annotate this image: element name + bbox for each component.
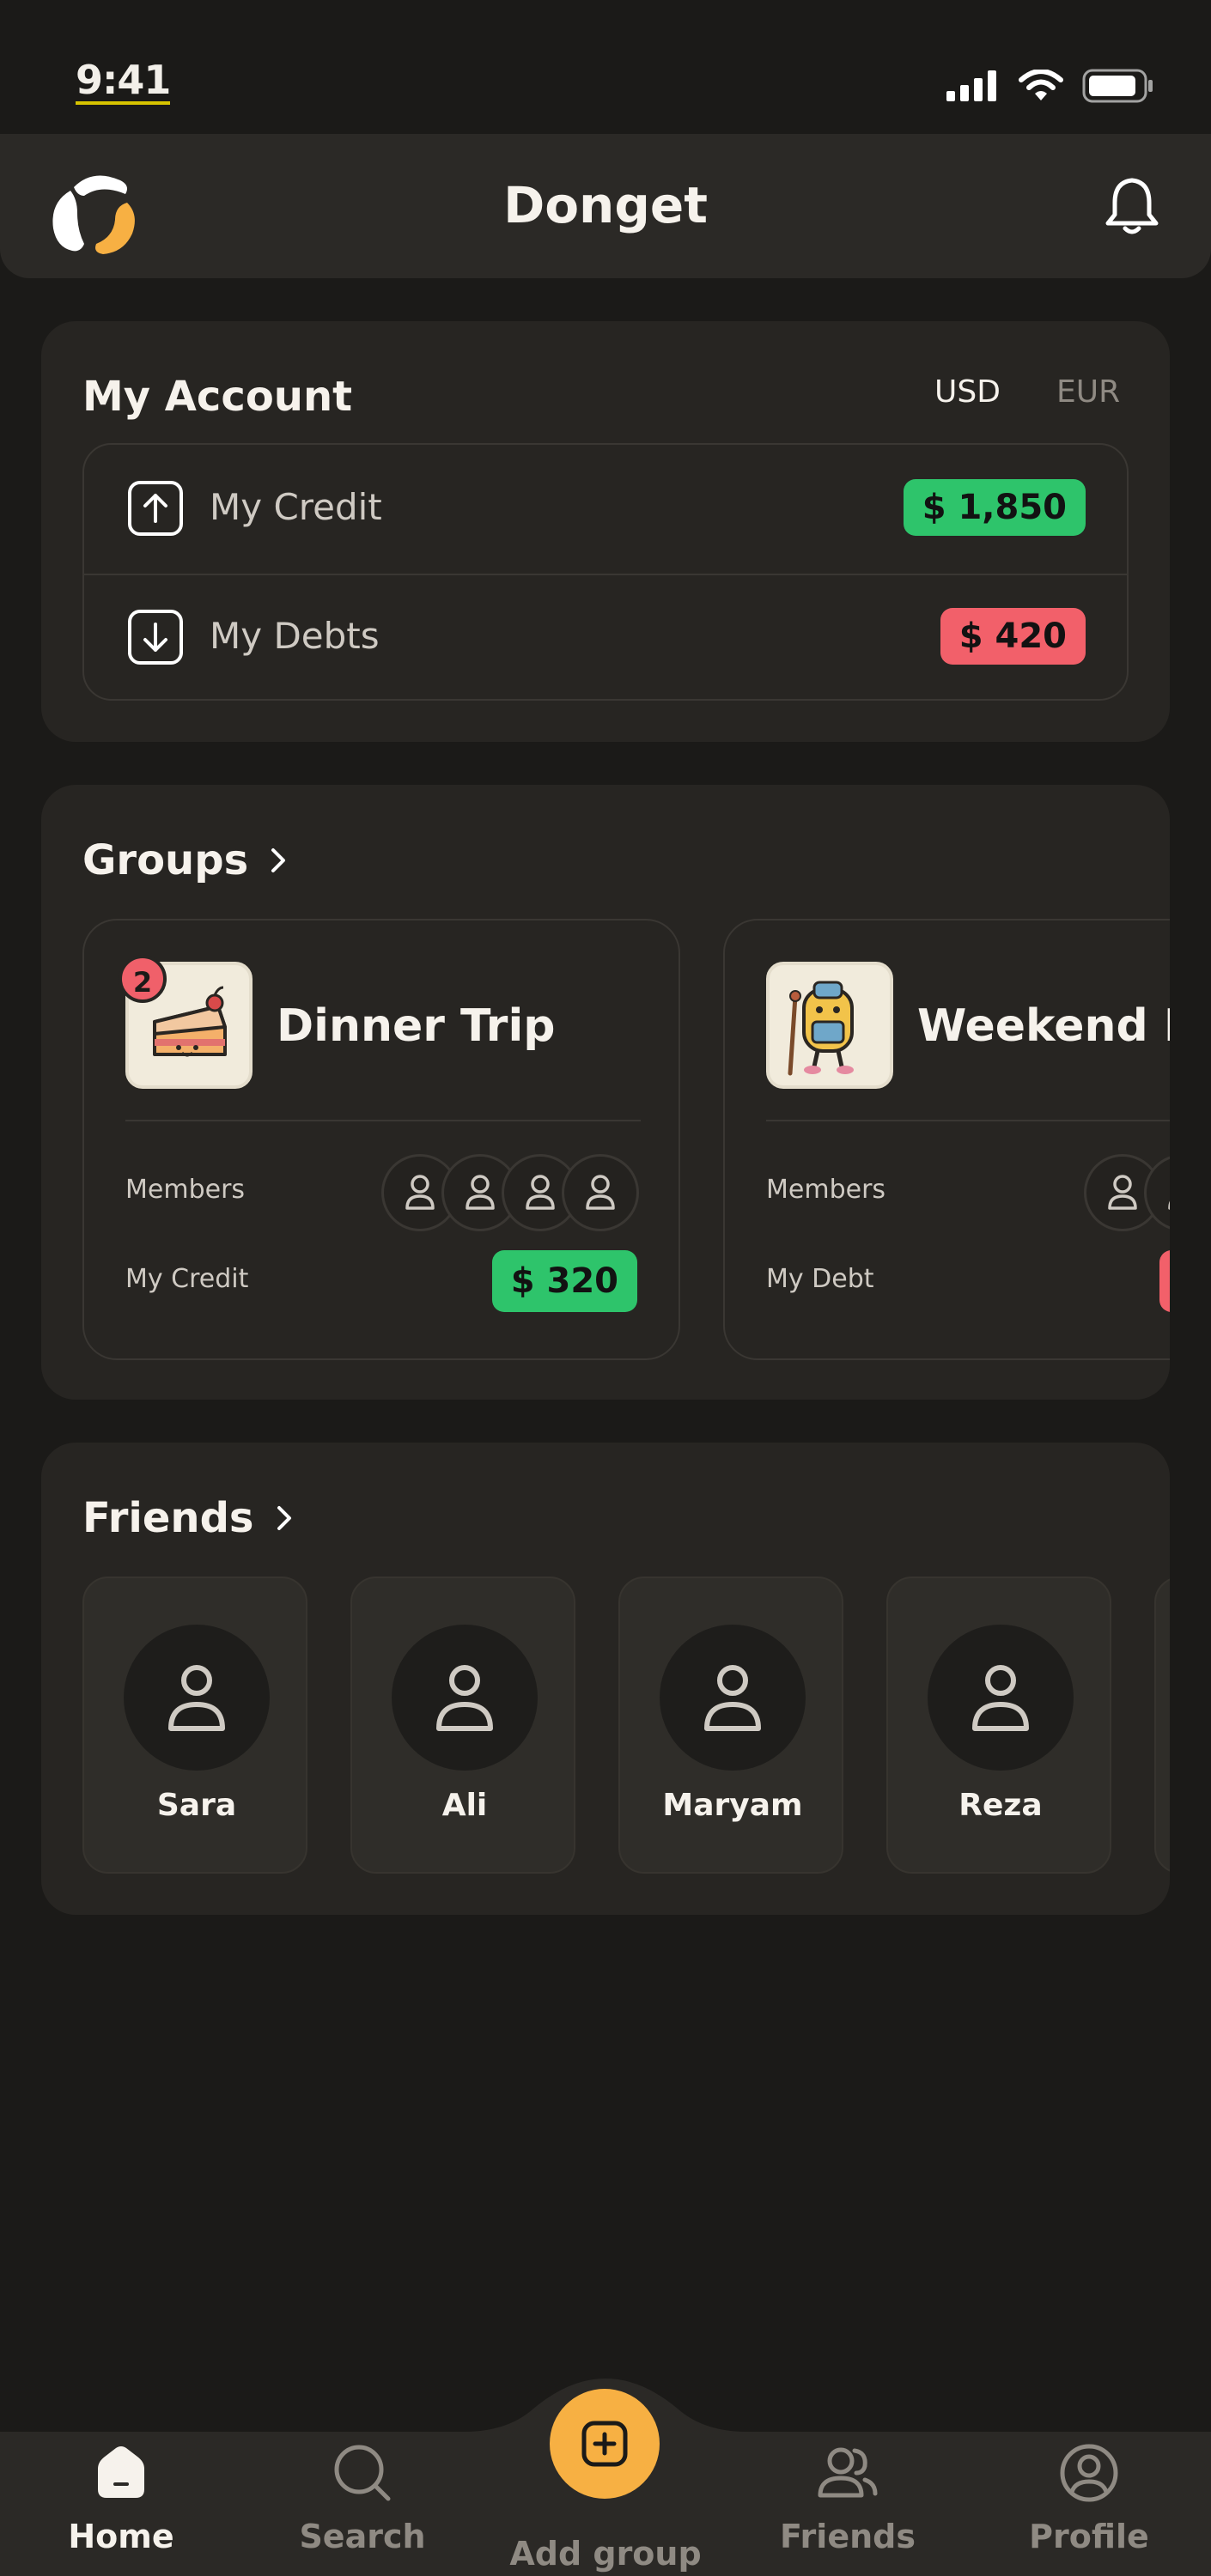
friend-name: Ali bbox=[441, 1788, 488, 1823]
my-credit-row[interactable]: My Credit $ 1,850 bbox=[84, 445, 1127, 572]
arrow-down-icon bbox=[128, 610, 183, 665]
friend-card-partial[interactable] bbox=[1154, 1577, 1170, 1874]
friends-icon bbox=[818, 2447, 878, 2498]
friend-name: Sara bbox=[156, 1788, 237, 1823]
app-title: Donget bbox=[503, 176, 708, 234]
cellular-signal-icon bbox=[946, 70, 996, 101]
divider bbox=[125, 1120, 641, 1121]
member-avatar-icon bbox=[562, 1154, 639, 1231]
groups-card: Groups 2 Dinner Trip Members My Credit $… bbox=[41, 785, 1170, 1400]
search-icon bbox=[334, 2445, 391, 2501]
my-debts-amount: $ 420 bbox=[940, 608, 1086, 665]
home-icon bbox=[98, 2446, 144, 2498]
group-credit-amount: $ 320 bbox=[491, 1250, 637, 1312]
user-avatar-icon bbox=[660, 1625, 806, 1771]
currency-usd-tab[interactable]: USD bbox=[934, 374, 1001, 410]
friend-card-sara[interactable]: Sara bbox=[82, 1577, 307, 1874]
nav-profile[interactable]: Profile bbox=[986, 2439, 1192, 2555]
chevron-right-icon bbox=[277, 1506, 291, 1530]
friend-name: Reza bbox=[958, 1788, 1043, 1823]
arrow-up-icon bbox=[128, 481, 183, 536]
nav-label: Friends bbox=[780, 2518, 916, 2555]
divider bbox=[766, 1120, 1170, 1121]
status-time: 9:41 bbox=[76, 57, 171, 105]
members-label: Members bbox=[766, 1175, 886, 1205]
add-group-button[interactable] bbox=[550, 2389, 660, 2499]
user-avatar-icon bbox=[392, 1625, 538, 1771]
nav-label: Search bbox=[299, 2518, 426, 2555]
profile-icon bbox=[1060, 2444, 1118, 2502]
nav-label: Profile bbox=[1029, 2518, 1149, 2555]
member-avatars bbox=[1084, 1154, 1170, 1231]
notification-bell-icon[interactable] bbox=[1098, 172, 1166, 240]
currency-eur-tab[interactable]: EUR bbox=[1056, 374, 1120, 410]
friend-card-ali[interactable]: Ali bbox=[350, 1577, 575, 1874]
hiker-icon bbox=[766, 962, 893, 1089]
friend-card-reza[interactable]: Reza bbox=[886, 1577, 1111, 1874]
group-debt-amount bbox=[1159, 1250, 1170, 1312]
members-label: Members bbox=[125, 1175, 246, 1205]
group-tile-weekend-hike[interactable]: Weekend Hi Members My Debt bbox=[723, 919, 1170, 1360]
my-account-card: My Account USD EUR My Credit $ 1,850 My … bbox=[41, 321, 1170, 742]
add-icon bbox=[581, 2421, 628, 2467]
nav-search[interactable]: Search bbox=[259, 2439, 466, 2555]
balance-label: My Debt bbox=[766, 1264, 874, 1294]
user-avatar-icon bbox=[928, 1625, 1074, 1771]
user-avatar-icon bbox=[124, 1625, 270, 1771]
my-debts-label: My Debts bbox=[210, 615, 380, 657]
nav-label: Home bbox=[68, 2518, 174, 2555]
wifi-icon bbox=[1019, 70, 1063, 100]
app-header: Donget bbox=[0, 134, 1211, 278]
nav-friends[interactable]: Friends bbox=[745, 2439, 951, 2555]
groups-title: Groups bbox=[82, 836, 249, 884]
friends-card: Friends Sara Ali Maryam Reza bbox=[41, 1443, 1170, 1915]
group-name: Weekend Hi bbox=[917, 1000, 1170, 1052]
balance-label: My Credit bbox=[125, 1264, 249, 1294]
member-avatars bbox=[381, 1154, 639, 1231]
battery-icon bbox=[1082, 69, 1153, 103]
chevron-right-icon bbox=[271, 848, 286, 872]
notification-badge: 2 bbox=[119, 955, 167, 1003]
nav-home[interactable]: Home bbox=[18, 2439, 224, 2555]
friend-name: Maryam bbox=[662, 1788, 803, 1823]
my-debts-row[interactable]: My Debts $ 420 bbox=[84, 574, 1127, 701]
friend-card-maryam[interactable]: Maryam bbox=[618, 1577, 843, 1874]
my-account-title: My Account bbox=[82, 373, 353, 421]
my-credit-label: My Credit bbox=[210, 486, 382, 528]
add-group-label[interactable]: Add group bbox=[502, 2535, 709, 2573]
groups-header-link[interactable]: Groups bbox=[82, 840, 289, 881]
my-credit-amount: $ 1,850 bbox=[903, 479, 1086, 536]
account-summary-box: My Credit $ 1,850 My Debts $ 420 bbox=[82, 443, 1129, 701]
friends-header-link[interactable]: Friends bbox=[82, 1498, 295, 1539]
group-name: Dinner Trip bbox=[277, 1000, 556, 1052]
status-bar: 9:41 bbox=[0, 0, 1211, 134]
status-icons bbox=[946, 69, 1154, 103]
group-tile-dinner-trip[interactable]: 2 Dinner Trip Members My Credit $ 320 bbox=[82, 919, 680, 1360]
bottom-navigation: Home Search Add group Friends Profile bbox=[0, 2353, 1211, 2576]
friends-title: Friends bbox=[82, 1494, 254, 1542]
